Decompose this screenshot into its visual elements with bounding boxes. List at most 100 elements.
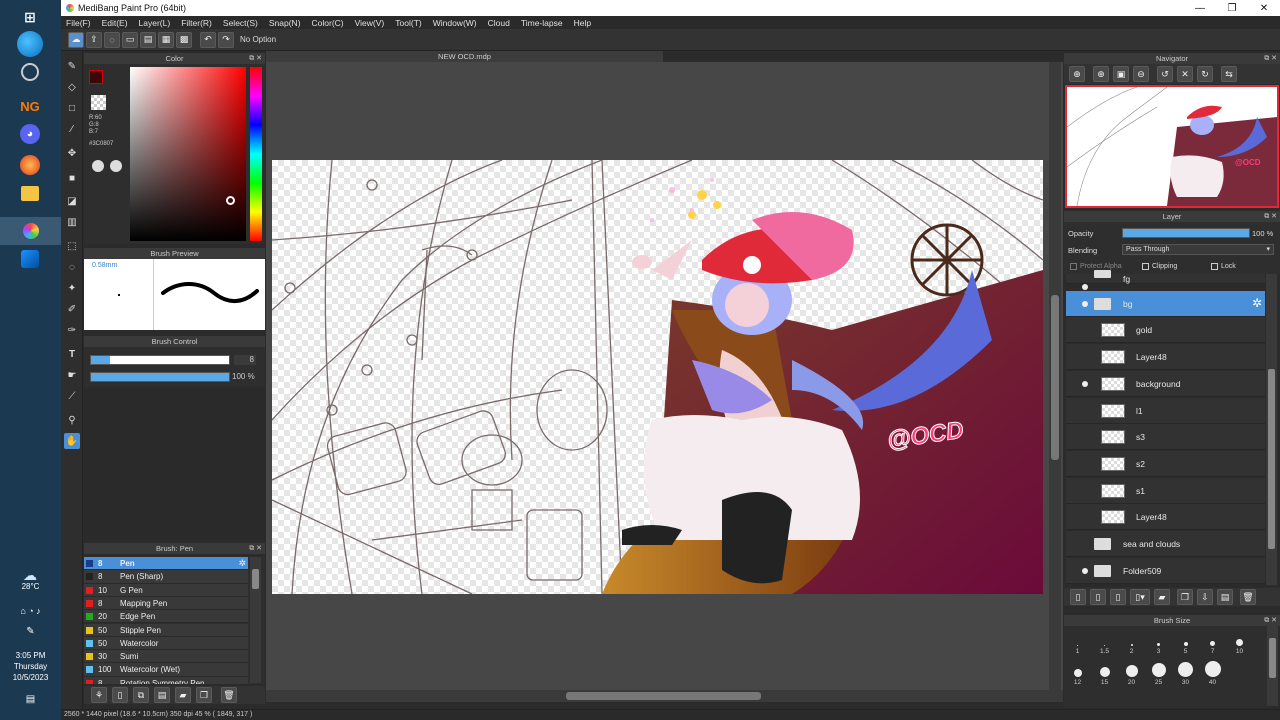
reset-view-icon[interactable]: ✕ bbox=[1177, 66, 1193, 82]
notification-icon[interactable]: ▤ bbox=[0, 694, 61, 705]
vertical-scroll-thumb[interactable] bbox=[1051, 295, 1059, 460]
brush-add-icon[interactable]: ⚘ bbox=[91, 687, 107, 703]
visibility-icon[interactable] bbox=[1082, 567, 1088, 574]
layer-panel-close-icon[interactable]: ⧉ ✕ bbox=[1264, 211, 1277, 222]
close-icon[interactable]: ✕ bbox=[1248, 0, 1280, 16]
brush-size-option[interactable]: 12 bbox=[1064, 659, 1091, 686]
chat-icon[interactable]: ▭ bbox=[122, 31, 138, 48]
undo-icon[interactable]: ↶ bbox=[200, 31, 216, 48]
brush-folder-icon[interactable]: ▰ bbox=[175, 687, 191, 703]
clock-time[interactable]: 3:05 PM bbox=[0, 651, 61, 660]
new-folder-icon[interactable]: ▰ bbox=[1154, 589, 1170, 605]
visibility-icon[interactable] bbox=[1082, 380, 1088, 387]
select-eraser-tool-icon[interactable]: ✑ bbox=[64, 322, 80, 338]
brush-item[interactable]: 8 Pen (Sharp) bbox=[84, 570, 248, 584]
hand-tool-icon[interactable]: ✋ bbox=[64, 433, 80, 449]
horizontal-scroll-thumb[interactable] bbox=[566, 692, 761, 700]
palette-add-icon[interactable] bbox=[110, 160, 122, 172]
eraser-tool-icon[interactable]: ◇ bbox=[64, 79, 80, 95]
new-layer-icon[interactable]: ▯ bbox=[1070, 589, 1086, 605]
operation-tool-icon[interactable]: ☛ bbox=[64, 367, 80, 383]
brush-size-option[interactable]: 3 bbox=[1145, 628, 1172, 655]
new-layer-8bit-icon[interactable]: ▯ bbox=[1090, 589, 1106, 605]
layer-folder-row[interactable]: sea and clouds bbox=[1066, 531, 1265, 557]
layer-opacity-slider[interactable] bbox=[1122, 228, 1250, 238]
drawing-canvas[interactable]: @OCD bbox=[272, 160, 1043, 594]
brush-size-option[interactable]: 30 bbox=[1172, 659, 1199, 686]
menu-color[interactable]: Color(C) bbox=[307, 18, 350, 28]
zoom-in-2-icon[interactable]: ⊕ bbox=[1093, 66, 1109, 82]
menu-timelapse[interactable]: Time-lapse bbox=[516, 18, 569, 28]
brush-size-option[interactable]: 25 bbox=[1145, 659, 1172, 686]
layer-row[interactable]: gold bbox=[1066, 317, 1265, 344]
weather-temperature[interactable]: 28°C bbox=[0, 582, 61, 591]
blending-select[interactable]: Pass Through ▾ bbox=[1122, 244, 1274, 255]
layer-row[interactable]: background bbox=[1066, 370, 1265, 397]
select-pen-tool-icon[interactable]: ✐ bbox=[64, 301, 80, 317]
layer-scroll-thumb[interactable] bbox=[1268, 369, 1275, 549]
layer-row[interactable]: s2 bbox=[1066, 450, 1265, 477]
menu-tool[interactable]: Tool(T) bbox=[390, 18, 427, 28]
clock-day[interactable]: Thursday bbox=[0, 662, 61, 671]
layer-folder-row[interactable]: fg bbox=[1066, 270, 1265, 290]
brush-duplicate-icon[interactable]: ❐ bbox=[196, 687, 212, 703]
brush-item[interactable]: 50 Stipple Pen bbox=[84, 623, 248, 637]
brush-size-option[interactable]: 1.5 bbox=[1091, 628, 1118, 655]
brush-item[interactable]: 10 G Pen bbox=[84, 583, 248, 597]
layer-row[interactable]: s3 bbox=[1066, 424, 1265, 451]
brush-opacity-slider[interactable] bbox=[90, 372, 230, 382]
clipping-checkbox[interactable] bbox=[1142, 263, 1149, 270]
brush-settings-gear-icon[interactable]: ✲ bbox=[238, 558, 246, 569]
brush-size-option[interactable]: 15 bbox=[1091, 659, 1118, 686]
file-explorer-icon[interactable] bbox=[21, 186, 39, 201]
new-layer-1bit-icon[interactable]: ▯ bbox=[1110, 589, 1126, 605]
edge-icon[interactable] bbox=[17, 31, 43, 57]
transparent-swatch[interactable] bbox=[91, 95, 106, 110]
saturation-value-picker[interactable] bbox=[130, 67, 246, 241]
eyedropper-tool-icon[interactable]: ⚲ bbox=[64, 412, 80, 428]
brush-item[interactable]: 30 Sumi bbox=[84, 650, 248, 664]
brush-size-scrollbar[interactable] bbox=[1267, 626, 1278, 706]
navigator-preview[interactable]: @OCD bbox=[1065, 85, 1279, 208]
panel-close-icon[interactable]: ⧉ ✕ bbox=[249, 53, 262, 64]
delete-layer-icon[interactable]: 🗑 bbox=[1240, 589, 1256, 605]
brush-size-close-icon[interactable]: ⧉ ✕ bbox=[1264, 615, 1277, 626]
brush-panel-close-icon[interactable]: ⧉ ✕ bbox=[249, 543, 262, 554]
flip-icon[interactable]: ⇆ bbox=[1221, 66, 1237, 82]
magic-wand-tool-icon[interactable]: ✦ bbox=[64, 280, 80, 296]
layer-row[interactable]: Layer48 bbox=[1066, 344, 1265, 371]
layer-settings-gear-icon[interactable]: ✲ bbox=[1252, 296, 1262, 310]
rotate-right-icon[interactable]: ↻ bbox=[1197, 66, 1213, 82]
visibility-icon[interactable] bbox=[1082, 284, 1088, 290]
upload-icon[interactable]: ⇪ bbox=[86, 31, 102, 48]
select-tool-icon[interactable]: ⬚ bbox=[64, 238, 80, 254]
comment-icon[interactable]: ◌ bbox=[104, 31, 120, 48]
brush-size-value[interactable]: 8 bbox=[234, 355, 256, 365]
brush-size-option[interactable]: 10 bbox=[1226, 628, 1253, 655]
menu-layer[interactable]: Layer(L) bbox=[134, 18, 177, 28]
menu-file[interactable]: File(F) bbox=[61, 18, 97, 28]
vertical-scrollbar[interactable] bbox=[1049, 62, 1061, 690]
rectangle-tool-icon[interactable]: □ bbox=[64, 100, 80, 116]
layer-row[interactable]: Layer48 bbox=[1066, 504, 1265, 531]
primary-color-swatch[interactable] bbox=[89, 70, 103, 84]
line-tool-icon[interactable]: ⁄ bbox=[64, 121, 80, 137]
brush-item[interactable]: 8 Rotation Symmetry Pen bbox=[84, 676, 248, 684]
menu-edit[interactable]: Edit(E) bbox=[97, 18, 134, 28]
layer-row[interactable]: s1 bbox=[1066, 477, 1265, 504]
brush-item[interactable]: 20 Edge Pen bbox=[84, 610, 248, 624]
horizontal-scrollbar-track[interactable] bbox=[266, 690, 1063, 702]
brush-settings-icon[interactable]: ▤ bbox=[154, 687, 170, 703]
brush-size-option[interactable]: 1 bbox=[1064, 628, 1091, 655]
brush-delete-icon[interactable]: 🗑 bbox=[221, 687, 237, 703]
rotate-left-icon[interactable]: ↺ bbox=[1157, 66, 1173, 82]
brush-item[interactable]: 8 Mapping Pen bbox=[84, 596, 248, 611]
text-tool-icon[interactable]: T bbox=[64, 346, 80, 362]
lock-checkbox[interactable] bbox=[1211, 263, 1218, 270]
newgrounds-icon[interactable]: NG bbox=[17, 93, 43, 119]
photos-icon[interactable] bbox=[21, 250, 39, 268]
brush-item[interactable]: 100 Watercolor (Wet) bbox=[84, 663, 248, 677]
brush-size-option[interactable]: 20 bbox=[1118, 659, 1145, 686]
artwork[interactable]: @OCD bbox=[272, 160, 1043, 594]
hue-slider[interactable] bbox=[250, 67, 262, 241]
